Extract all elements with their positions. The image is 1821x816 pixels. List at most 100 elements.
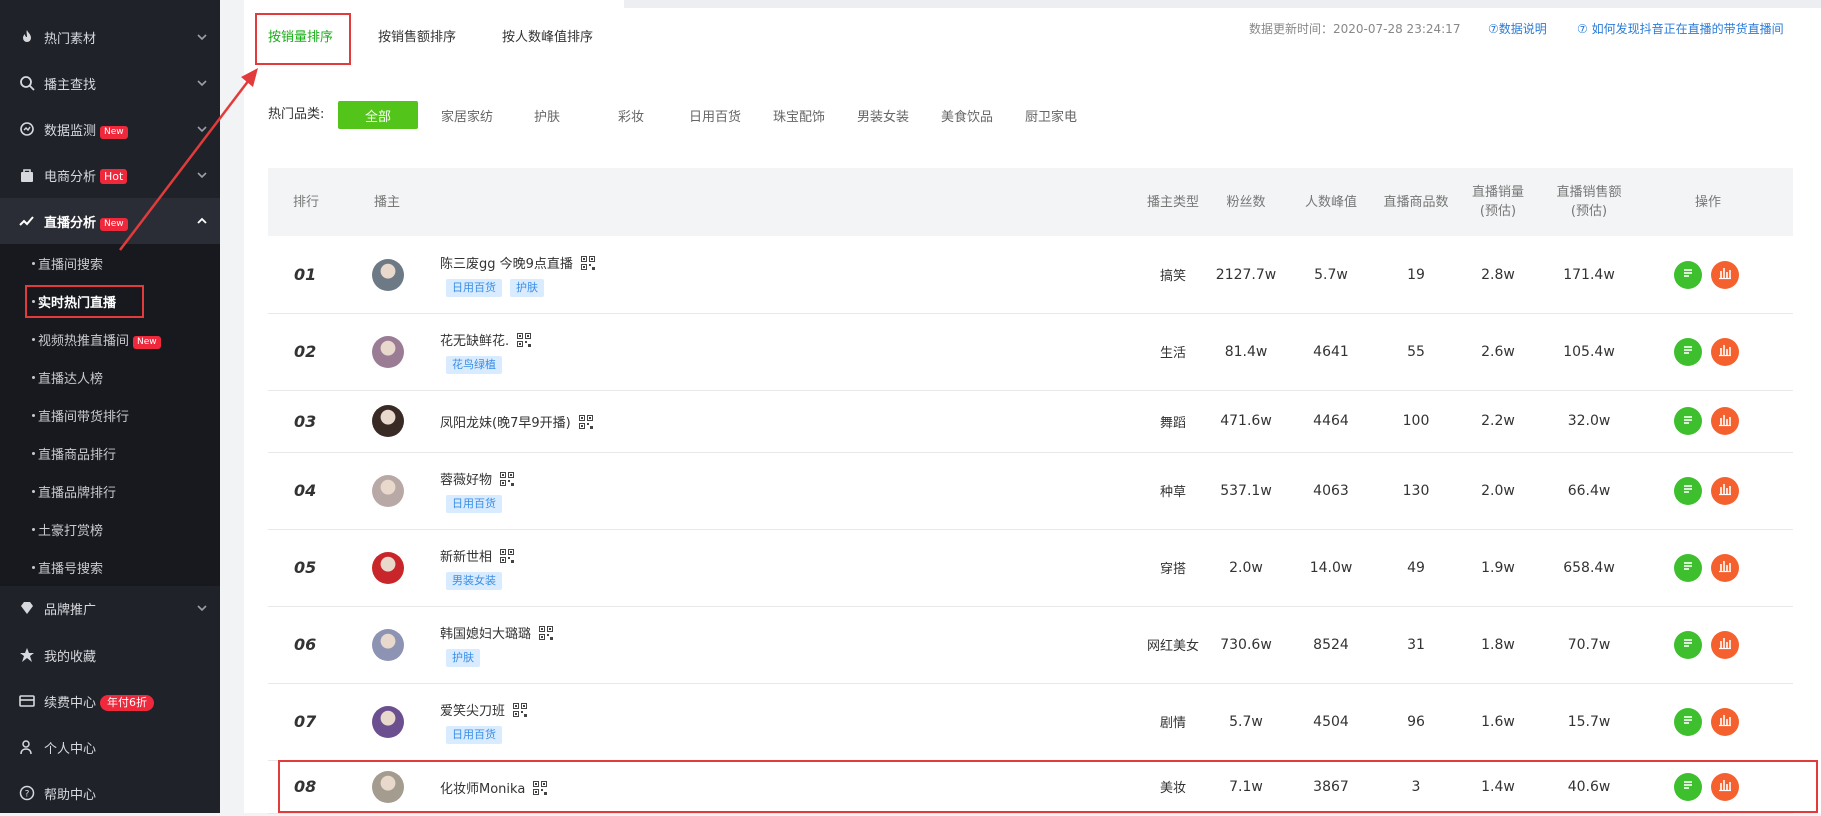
qr-code-icon[interactable] (539, 625, 554, 640)
category-8[interactable]: 厨卫家电 (1012, 101, 1090, 129)
tab-sort-by-revenue[interactable]: 按销售额排序 (378, 26, 456, 45)
qr-code-icon[interactable] (578, 415, 593, 429)
submenu-item[interactable]: 直播号搜索 (0, 548, 220, 586)
category-0[interactable]: 全部 (338, 101, 418, 129)
chart-button[interactable] (1711, 772, 1739, 801)
avatar[interactable] (372, 474, 404, 507)
avatar[interactable] (372, 335, 404, 368)
category-6[interactable]: 男装女装 (844, 101, 922, 129)
avatar[interactable] (372, 258, 404, 291)
category-7[interactable]: 美食饮品 (928, 101, 1006, 129)
chart-button[interactable] (1711, 407, 1739, 435)
chart-button[interactable] (1711, 260, 1739, 289)
trend-icon (18, 212, 36, 230)
streamer-name[interactable]: 蓉薇好物 (440, 469, 515, 488)
category-5[interactable]: 珠宝配饰 (760, 101, 838, 129)
bar-chart-icon (1718, 265, 1732, 284)
qr-code-icon[interactable] (533, 780, 548, 795)
chart-button[interactable] (1711, 476, 1739, 505)
sidebar-item-star[interactable]: 我的收藏 (0, 632, 220, 678)
qr-code-icon[interactable] (500, 548, 515, 563)
chart-button[interactable] (1711, 630, 1739, 659)
bullet-dot (32, 338, 35, 341)
sidebar-item-monitor[interactable]: 数据监测 New (0, 106, 220, 152)
avatar[interactable] (372, 770, 404, 803)
sidebar-item-text: 帮助中心 (44, 787, 97, 803)
detail-button[interactable] (1674, 772, 1702, 801)
bag-icon (18, 166, 36, 184)
chevron-down-icon[interactable] (194, 600, 210, 616)
category-4[interactable]: 日用百货 (676, 101, 754, 129)
streamer-name[interactable]: 花无缺鲜花. (440, 330, 532, 349)
sidebar-item-card[interactable]: 续费中心 年付6折 (0, 678, 220, 724)
qr-code-icon[interactable] (500, 471, 515, 486)
main-content: 按销量排序 按销售额排序 按人数峰值排序 数据更新时间：2020-07-28 2… (244, 0, 1821, 814)
bullet-dot (32, 414, 35, 417)
table-row: 07 爱笑尖刀班 日用百货 剧情 5.7w 4504 96 1.6w 15.7w (268, 683, 1793, 761)
avatar[interactable] (372, 405, 404, 437)
category-3[interactable]: 彩妆 (592, 101, 670, 129)
chart-button[interactable] (1711, 553, 1739, 582)
streamer-name[interactable]: 韩国媳妇大璐璐 (440, 623, 554, 642)
sidebar-item-text: 续费中心 (44, 695, 97, 711)
sidebar-badge: 年付6折 (100, 694, 155, 711)
detail-button[interactable] (1674, 553, 1702, 582)
sidebar-item-bag[interactable]: 电商分析 Hot (0, 152, 220, 198)
chart-button[interactable] (1711, 707, 1739, 736)
detail-button[interactable] (1674, 476, 1702, 505)
submenu-item[interactable]: 视频热推直播间 New (0, 320, 220, 358)
chevron-up-icon[interactable] (194, 213, 210, 229)
live-revenue: 15.7w (1567, 713, 1611, 730)
detail-button[interactable] (1674, 407, 1702, 435)
live-analysis-submenu: 直播间搜索实时热门直播视频热推直播间 New 直播达人榜 直播间带货排行 直播商品排行直… (0, 244, 220, 586)
sidebar-item-user[interactable]: 个人中心 (0, 724, 220, 770)
qr-code-icon[interactable] (580, 255, 595, 270)
submenu-item[interactable]: 直播间带货排行 (0, 396, 220, 434)
chevron-down-icon[interactable] (194, 29, 210, 45)
streamer-name[interactable]: 新新世相 (440, 546, 515, 565)
category-1[interactable]: 家居家纺 (428, 101, 506, 129)
avatar[interactable] (372, 705, 404, 738)
detail-button[interactable] (1674, 630, 1702, 659)
detail-button[interactable] (1674, 337, 1702, 366)
streamer-name[interactable]: 陈三废gg 今晚9点直播 (440, 253, 595, 272)
submenu-item[interactable]: 直播达人榜 (0, 358, 220, 396)
submenu-item-label: 土豪打赏榜 (38, 520, 103, 539)
sidebar-item-help[interactable]: ? 帮助中心 (0, 770, 220, 816)
avatar[interactable] (372, 551, 404, 584)
category-tag: 花鸟绿植 (446, 355, 502, 374)
data-explanation-link[interactable]: ⑦数据说明 (1488, 20, 1547, 37)
chevron-down-icon[interactable] (194, 75, 210, 91)
detail-button[interactable] (1674, 707, 1702, 736)
chevron-down-icon[interactable] (194, 121, 210, 137)
sidebar-item-diamond[interactable]: 品牌推广 (0, 585, 220, 631)
rank-number: 06 (294, 635, 317, 654)
submenu-item[interactable]: 土豪打赏榜 (0, 510, 220, 548)
submenu-item[interactable]: 直播品牌排行 (0, 472, 220, 510)
submenu-item[interactable]: 直播商品排行 (0, 434, 220, 472)
submenu-item-label: 实时热门直播 (38, 292, 116, 311)
rank-number: 08 (294, 777, 317, 796)
sidebar-item-text: 直播分析 (44, 215, 97, 231)
sidebar-item-flame[interactable]: 热门素材 (0, 14, 220, 60)
sidebar-item-trend[interactable]: 直播分析 New (0, 198, 220, 244)
sidebar-item-text: 电商分析 (44, 169, 97, 185)
chart-button[interactable] (1711, 337, 1739, 366)
streamer-name[interactable]: 爱笑尖刀班 (440, 700, 528, 719)
submenu-item[interactable]: 实时热门直播 (0, 282, 220, 320)
qr-code-icon[interactable] (513, 702, 528, 717)
tab-sort-by-sales[interactable]: 按销量排序 (268, 26, 333, 45)
live-revenue: 40.6w (1567, 778, 1611, 795)
submenu-item[interactable]: 直播间搜索 (0, 244, 220, 282)
qr-code-icon[interactable] (517, 332, 532, 347)
how-to-find-live-link[interactable]: ⑦ 如何发现抖音正在直播的带货直播间 (1577, 20, 1784, 37)
table-row: 08 化妆师Monika 美妆 7.1w 3867 3 1.4w 40.6w (268, 760, 1793, 814)
avatar[interactable] (372, 628, 404, 661)
category-2[interactable]: 护肤 (508, 101, 586, 129)
streamer-name[interactable]: 化妆师Monika (440, 778, 548, 797)
streamer-name[interactable]: 凤阳龙妹(晚7早9开播) (440, 412, 593, 431)
sidebar-item-search[interactable]: 播主查找 (0, 60, 220, 106)
tab-sort-by-peak-viewers[interactable]: 按人数峰值排序 (502, 26, 593, 45)
detail-button[interactable] (1674, 260, 1702, 289)
chevron-down-icon[interactable] (194, 167, 210, 183)
